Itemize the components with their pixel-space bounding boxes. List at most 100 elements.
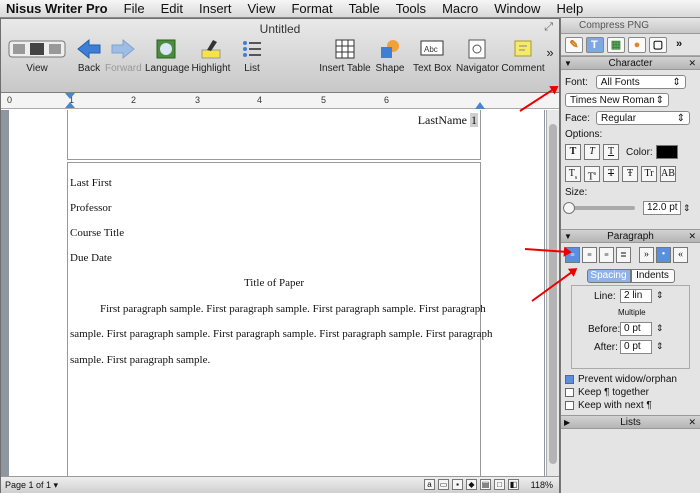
table-tab-icon[interactable]: ▦ [607,37,625,53]
keyboard-status-icon[interactable]: ▭ [438,479,449,490]
font-name-select[interactable]: Times New Roman ⇕ [565,93,669,107]
ruler[interactable]: 0 1 2 3 4 5 6 [1,93,559,109]
package-status-icon[interactable]: ◧ [508,479,519,490]
page-tab-icon[interactable]: ▢ [649,37,667,53]
paragraph-section-header[interactable]: ▼ Paragraph ✕ [561,229,700,243]
keep-with-next-checkbox[interactable]: Keep with next ¶ [561,399,700,412]
menu-help[interactable]: Help [548,1,591,16]
lock-status-icon[interactable]: ▪ [452,479,463,490]
list-icon [243,41,261,57]
align-center-button[interactable]: ≡ [582,247,597,263]
font-label: Font: [565,76,588,88]
menu-edit[interactable]: Edit [153,1,191,16]
language-flag-icon[interactable]: ▤ [480,479,491,490]
line-spacing-stepper[interactable]: ⇕ [656,290,664,301]
text-color-well[interactable] [655,145,678,159]
header-text: LastName 1 [417,113,478,127]
size-field[interactable]: 12.0 pt [643,201,681,215]
prevent-widow-checkbox[interactable]: Prevent widow/orphan [561,372,700,386]
text-box-button[interactable]: Abc Text Box [413,37,451,74]
superscript-button[interactable]: Ts [584,166,600,182]
menu-tools[interactable]: Tools [388,1,434,16]
menu-insert[interactable]: Insert [191,1,240,16]
insert-table-button[interactable]: Insert Table [319,37,371,74]
indent-marker-icon[interactable] [65,93,75,108]
text-box-icon: Abc [420,40,444,56]
scroll-thumb[interactable] [549,124,557,464]
vertical-scrollbar[interactable] [546,110,559,476]
align-justify-button[interactable]: ≣ [616,247,631,263]
size-slider-knob [563,202,575,214]
line-mode-select[interactable]: Multiple [618,308,646,317]
size-slider[interactable] [563,202,635,214]
strikethrough-button[interactable]: T [603,166,619,182]
forward-button[interactable]: Forward [105,37,142,74]
before-stepper[interactable]: ⇕ [656,323,664,334]
after-label: After: [594,342,618,353]
rtl-direction-button[interactable]: « [673,247,688,263]
more-tabs-icon[interactable]: » [670,37,688,53]
disclosure-triangle-icon: ▼ [564,232,572,241]
tab-spacing[interactable]: Spacing [586,269,631,283]
ltr-direction-button[interactable]: » [639,247,654,263]
page-header[interactable]: LastName 1 [67,110,481,160]
align-right-button[interactable]: ≡ [599,247,614,263]
zoom-level[interactable]: 118% [531,480,553,490]
navigator-button[interactable]: Navigator [456,37,499,74]
menu-format[interactable]: Format [283,1,340,16]
document-body[interactable]: Last First Professor Course Title Due Da… [67,162,492,476]
after-stepper[interactable]: ⇕ [656,341,664,352]
highlight-button[interactable]: Highlight [191,37,231,74]
page-indicator[interactable]: Page 1 of 1 ▾ [5,480,58,491]
app-menu[interactable]: Nisus Writer Pro [0,1,116,16]
title-bar: Untitled ⤢ View Back Forward Language Hi… [1,19,559,93]
font-collection-select[interactable]: All Fonts ⇕ [595,75,686,89]
size-stepper[interactable]: ⇕ [683,203,691,214]
line-spacing-field[interactable]: 2 lin [620,289,652,303]
keep-together-checkbox[interactable]: Keep ¶ together [561,386,700,399]
before-spacing-field[interactable]: 0 pt [620,322,652,336]
language-button[interactable]: Language [145,37,190,74]
lists-section-header[interactable]: ▶ Lists ✕ [561,415,700,429]
text-format-tab-icon[interactable]: T [586,37,604,53]
shape-button[interactable]: Shape [375,37,405,74]
comment-button[interactable]: Comment [501,37,545,74]
shape-tab-icon[interactable]: ● [628,37,646,53]
back-button[interactable]: Back [75,37,103,74]
page[interactable]: LastName 1 Last First Professor Course T… [9,110,544,476]
toolbar-overflow-button[interactable]: » [544,45,556,60]
menu-macro[interactable]: Macro [434,1,486,16]
menu-window[interactable]: Window [486,1,548,16]
menu-bar: Nisus Writer Pro File Edit Insert View F… [0,0,700,18]
after-spacing-field[interactable]: 0 pt [620,340,652,354]
language-icon [156,39,176,59]
face-select[interactable]: Regular ⇕ [596,111,691,125]
svg-text:Abc: Abc [424,45,438,54]
view-status-icon[interactable]: □ [494,479,505,490]
close-icon: ✕ [688,58,696,68]
menu-table[interactable]: Table [341,1,388,16]
subscript-button[interactable]: Ts [565,166,581,182]
all-caps-button[interactable]: AB [660,166,676,182]
bold-button[interactable]: T [565,144,581,160]
menu-view[interactable]: View [240,1,284,16]
date-line: Due Date [70,252,112,264]
character-section-header[interactable]: ▼ Character ✕ [561,56,700,70]
font-status-icon[interactable]: a [424,479,435,490]
list-button[interactable]: List [237,37,267,74]
auto-direction-button[interactable]: • [656,247,671,263]
view-button[interactable]: View [7,37,67,74]
italic-button[interactable]: T [584,144,600,160]
style-status-icon[interactable]: ◆ [466,479,477,490]
underline-button[interactable]: T [603,144,619,160]
double-strike-button[interactable]: Ŧ [622,166,638,182]
course-line: Course Title [70,227,125,239]
pencil-tab-icon[interactable]: ✎ [565,37,583,53]
back-arrow-icon [77,38,101,60]
tab-indents[interactable]: Indents [630,269,675,283]
small-caps-button[interactable]: Tr [641,166,657,182]
menu-file[interactable]: File [116,1,153,16]
fullscreen-icon[interactable]: ⤢ [544,21,553,34]
palette-title: Compress PNG [561,18,700,34]
right-margin-marker-icon[interactable] [475,102,485,109]
